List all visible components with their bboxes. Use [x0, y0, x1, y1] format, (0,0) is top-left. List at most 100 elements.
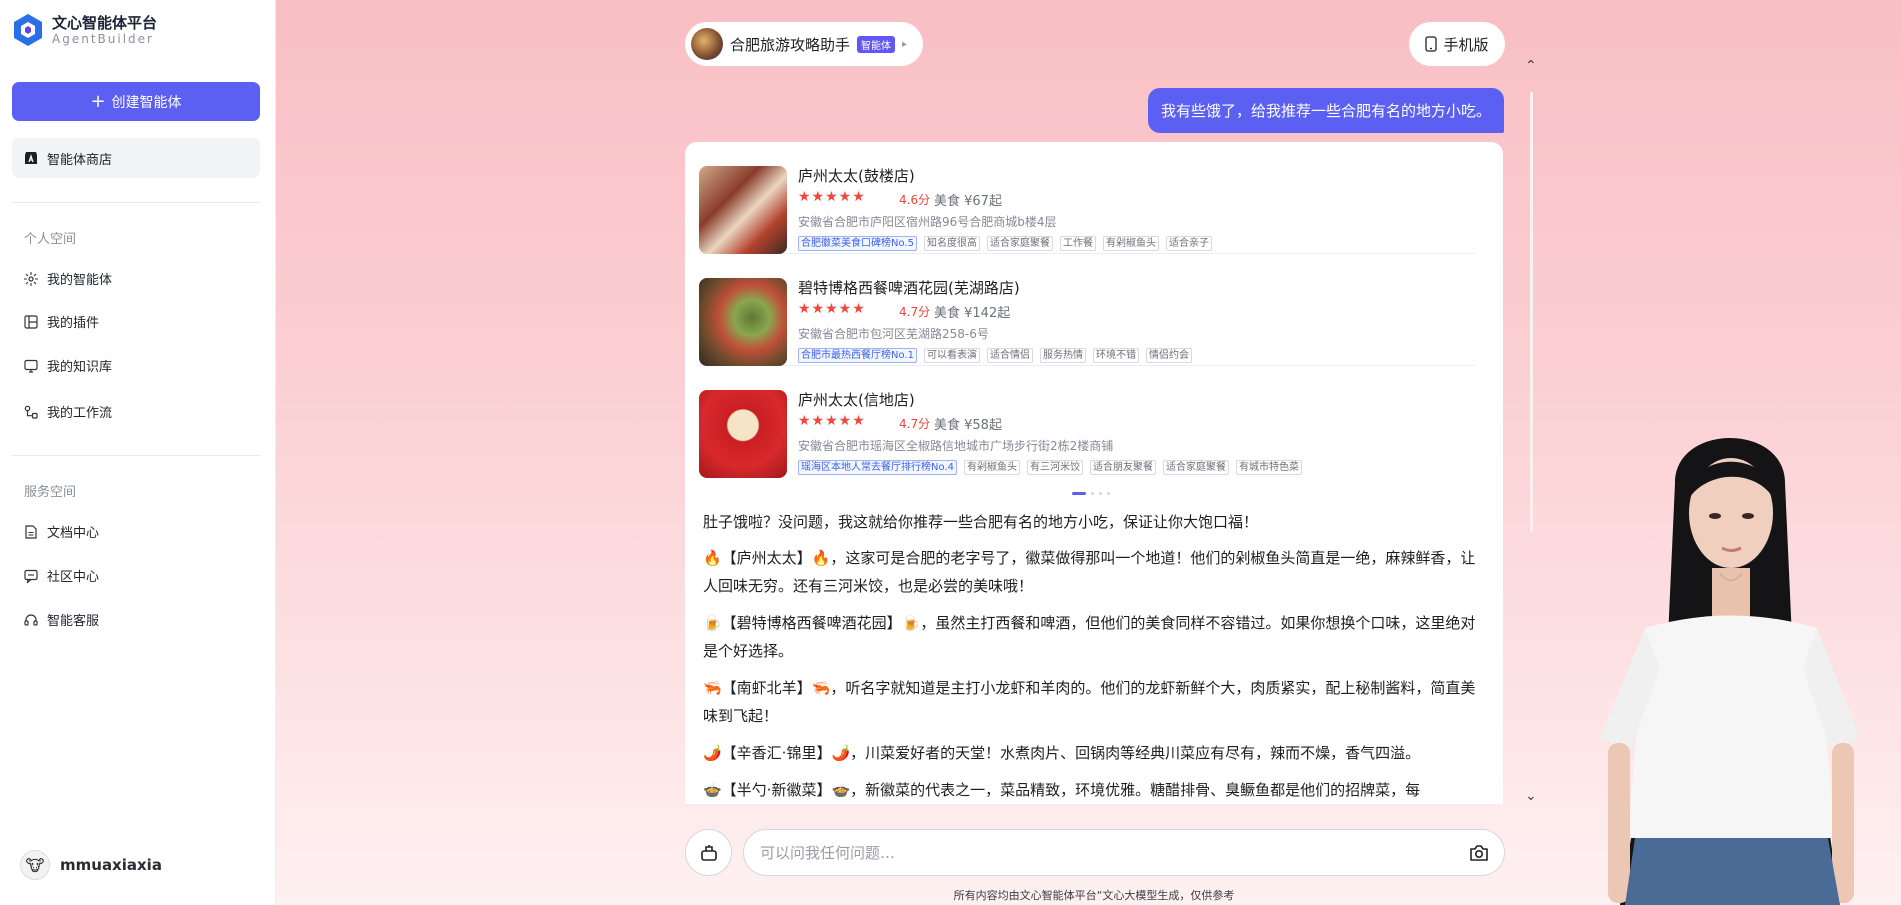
- sidebar-item-my-plugins[interactable]: 我的插件: [24, 312, 99, 331]
- plugin-icon: [700, 844, 717, 861]
- restaurant-score: 4.7分: [899, 417, 931, 431]
- restaurant-name: 庐州太太(信地店): [798, 391, 915, 409]
- reply-paragraph: 🔥【庐州太太】🔥，这家可是合肥的老字号了，徽菜做得那叫一个地道！他们的剁椒鱼头简…: [703, 549, 1476, 595]
- avatar: 🐮: [20, 850, 50, 880]
- mobile-version-button[interactable]: 手机版: [1409, 22, 1505, 66]
- user-profile[interactable]: 🐮 mmuaxiaxia: [20, 850, 162, 880]
- carousel-dot[interactable]: [1091, 492, 1094, 495]
- sidebar-item-label: 我的智能体: [47, 273, 113, 288]
- sidebar-item-my-workflows[interactable]: 我的工作流: [24, 402, 112, 421]
- user-message: 我有些饿了，给我推荐一些合肥有名的地方小吃。: [1147, 88, 1504, 133]
- logo[interactable]: 文心智能体平台 AgentBuilder: [12, 13, 157, 47]
- agent-avatar: [691, 28, 723, 60]
- scrollbar-thumb[interactable]: [1530, 92, 1533, 532]
- logo-icon: [14, 14, 42, 46]
- carousel-dot-active[interactable]: [1072, 492, 1086, 495]
- reply-paragraph: 🍲【半勺·新徽菜】🍲，新徽菜的代表之一，菜品精致，环境优雅。糖醋排骨、臭鳜鱼都是…: [703, 781, 1421, 799]
- restaurant-image: [699, 390, 787, 478]
- sidebar-item-label: 我的插件: [47, 316, 100, 331]
- sidebar-item-label: 社区中心: [47, 570, 100, 585]
- restaurant-name: 庐州太太(鼓楼店): [798, 167, 915, 185]
- restaurant-address: 安徽省合肥市包河区芜湖路258-6号: [798, 327, 989, 341]
- agent-name: 合肥旅游攻略助手: [730, 35, 851, 54]
- tag: 有剁椒鱼头: [1102, 236, 1159, 251]
- restaurant-tags: 瑶海区本地人常去餐厅排行榜No.4 有剁椒鱼头 有三河米饺 适合朋友聚餐 适合家…: [798, 460, 1302, 475]
- sidebar-item-label: 文档中心: [47, 526, 100, 541]
- carousel-dot[interactable]: [1107, 492, 1110, 495]
- restaurant-price: 美食 ¥67起: [934, 194, 1002, 209]
- store-icon: [25, 152, 37, 164]
- star-icon: ★★★★★: [798, 301, 866, 317]
- headset-icon: [24, 613, 38, 626]
- carousel-dot[interactable]: [1099, 492, 1102, 495]
- reply-paragraph: 🦐【南虾北羊】🦐，听名字就知道是主打小龙虾和羊肉的。他们的龙虾新鲜个大，肉质紧实…: [703, 679, 1476, 725]
- restaurant-image: [699, 166, 787, 254]
- reply-intro: 肚子饿啦？没问题，我这就给你推荐一些合肥有名的地方小吃，保证让你大饱口福！: [703, 513, 1259, 531]
- sidebar-item-community[interactable]: 社区中心: [24, 566, 99, 585]
- divider: [12, 202, 260, 203]
- sidebar-item-agent-store[interactable]: 智能体商店: [12, 138, 260, 178]
- sidebar-item-support[interactable]: 智能客服: [24, 610, 99, 629]
- tag: 环境不错: [1092, 348, 1139, 363]
- restaurant-address: 安徽省合肥市庐阳区宿州路96号合肥商城b楼4层: [798, 215, 1057, 229]
- reply-paragraph: 🍺【碧特博格西餐啤酒花园】🍺，虽然主打西餐和啤酒，但他们的美食同样不容错过。如果…: [703, 614, 1476, 660]
- chevron-right-icon: ▸: [902, 38, 908, 50]
- create-agent-button[interactable]: + 创建智能体: [12, 82, 260, 121]
- knowledge-icon: [24, 359, 38, 373]
- chat-input-box: [743, 829, 1505, 876]
- tag: 有剁椒鱼头: [963, 460, 1020, 475]
- tag: 适合亲子: [1165, 236, 1212, 251]
- sidebar: 文心智能体平台 AgentBuilder + 创建智能体 智能体商店 个人空间 …: [0, 0, 276, 905]
- star-icon: ★★★★★: [798, 189, 866, 205]
- star-icon: ★★★★★: [798, 413, 866, 429]
- restaurant-card[interactable]: 庐州太太(鼓楼店) ★★★★★ 4.6分 美食 ¥67起 安徽省合肥市庐阳区宿州…: [699, 142, 1475, 254]
- tag: 适合家庭聚餐: [1162, 460, 1229, 475]
- create-agent-label: 创建智能体: [111, 94, 182, 111]
- restaurant-image: [699, 278, 787, 366]
- sparkle-icon: [24, 271, 38, 286]
- tag: 情侣约会: [1145, 348, 1192, 363]
- footer-disclaimer: 所有内容均由文心智能体平台“文心大模型生成，仅供参考: [953, 889, 1235, 902]
- chevron-down-icon[interactable]: ⌄: [1525, 788, 1537, 804]
- camera-icon[interactable]: [1468, 842, 1490, 864]
- bot-reply-card: 庐州太太(鼓楼店) ★★★★★ 4.6分 美食 ¥67起 安徽省合肥市庐阳区宿州…: [685, 142, 1503, 804]
- section-title-personal: 个人空间: [24, 232, 77, 247]
- tag: 适合家庭聚餐: [986, 236, 1053, 251]
- carousel-dots[interactable]: [1072, 492, 1110, 495]
- sidebar-item-label: 我的知识库: [47, 360, 113, 375]
- tag: 知名度很高: [923, 236, 980, 251]
- username: mmuaxiaxia: [60, 856, 162, 874]
- tag: 合肥徽菜美食口碑榜No.5: [798, 236, 917, 251]
- sidebar-item-docs[interactable]: 文档中心: [24, 522, 99, 541]
- plugin-icon: [24, 314, 38, 329]
- tag: 可以看表演: [923, 348, 980, 363]
- logo-subtitle: AgentBuilder: [52, 31, 154, 46]
- tag: 瑶海区本地人常去餐厅排行榜No.4: [798, 460, 957, 475]
- tag: 适合情侣: [986, 348, 1033, 363]
- restaurant-card[interactable]: 碧特博格西餐啤酒花园(芜湖路店) ★★★★★ 4.7分 美食 ¥142起 安徽省…: [699, 254, 1475, 366]
- chevron-up-icon[interactable]: ⌃: [1525, 58, 1537, 74]
- tag: 适合朋友聚餐: [1089, 460, 1156, 475]
- sidebar-item-my-knowledge[interactable]: 我的知识库: [24, 356, 112, 375]
- restaurant-tags: 合肥徽菜美食口碑榜No.5 知名度很高 适合家庭聚餐 工作餐 有剁椒鱼头 适合亲…: [798, 236, 1212, 251]
- doc-icon: [25, 524, 37, 539]
- restaurant-name: 碧特博格西餐啤酒花园(芜湖路店): [798, 279, 1020, 297]
- tag: 有城市特色菜: [1235, 460, 1302, 475]
- community-icon: [24, 569, 38, 583]
- reply-paragraph: 🌶️【辛香汇·锦里】🌶️，川菜爱好者的天堂！水煮肉片、回锅肉等经典川菜应有尽有，…: [703, 744, 1421, 762]
- sidebar-item-label: 智能体商店: [47, 152, 113, 168]
- restaurant-price: 美食 ¥142起: [934, 306, 1011, 321]
- phone-icon: [1425, 36, 1438, 52]
- plugin-button[interactable]: [685, 829, 732, 876]
- tag: 合肥市最热西餐厅榜No.1: [798, 348, 917, 363]
- agent-selector[interactable]: 合肥旅游攻略助手 智能体 ▸: [685, 22, 923, 66]
- restaurant-card[interactable]: 庐州太太(信地店) ★★★★★ 4.7分 美食 ¥58起 安徽省合肥市瑶海区全椒…: [699, 366, 1475, 478]
- sidebar-item-my-agents[interactable]: 我的智能体: [24, 269, 112, 288]
- tag: 服务热情: [1039, 348, 1086, 363]
- restaurant-score: 4.7分: [899, 305, 931, 319]
- logo-title: 文心智能体平台: [52, 13, 158, 32]
- restaurant-tags: 合肥市最热西餐厅榜No.1 可以看表演 适合情侣 服务热情 环境不错 情侣约会: [798, 348, 1192, 363]
- restaurant-address: 安徽省合肥市瑶海区全椒路信地城市广场步行街2栋2楼商铺: [798, 439, 1114, 453]
- chat-input[interactable]: [760, 830, 1460, 875]
- sidebar-item-label: 智能客服: [47, 614, 100, 629]
